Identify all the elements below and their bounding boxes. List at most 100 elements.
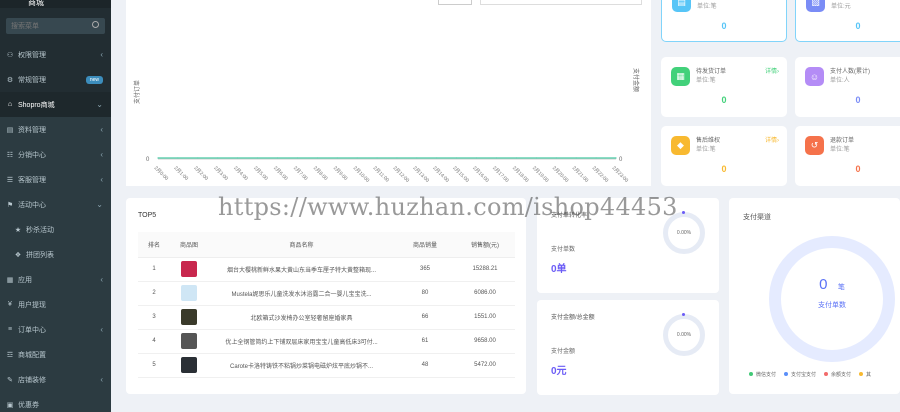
sidebar: 商城 ⚇权限管理‹⚙常规管理new⌂Shopro商城⌄▤资料管理‹☷分销中心‹☰… <box>0 0 111 412</box>
sales-amount-cell: 9658.00 <box>455 329 515 354</box>
x-tick-label: 2月6:00 <box>272 165 289 182</box>
shield-icon: ◆ <box>671 136 690 155</box>
sidebar-item-12[interactable]: ☲ 商城配置 <box>0 342 111 367</box>
y-axis-left-tick: 0 <box>146 157 150 163</box>
stat-detail-link[interactable]: 详情› <box>765 135 779 144</box>
table-row[interactable]: 2 Mustela妮思乐儿童洗发水沐浴露二合一婴儿宝宝洗... 80 6086.00 <box>138 281 515 306</box>
stat-title: 退款订单 <box>830 138 855 144</box>
menu-search-input[interactable] <box>6 18 105 34</box>
sidebar-item-0[interactable]: ⚇ 权限管理 ‹ <box>0 42 111 67</box>
legend-item[interactable]: 支付宝支付 <box>784 372 816 378</box>
sidebar-item-6[interactable]: ⚑ 活动中心 ⌄ <box>0 192 111 217</box>
x-tick-label: 2月19:00 <box>531 165 550 184</box>
sales-amount-cell: 15288.21 <box>455 257 515 282</box>
conversion-ring: 0.00% <box>663 314 705 356</box>
series-point <box>515 157 518 159</box>
sidebar-item-5[interactable]: ☰ 客服管理 ‹ <box>0 167 111 192</box>
search-icon[interactable] <box>92 21 99 28</box>
list-icon: ≡ <box>7 326 13 333</box>
product-thumbnail <box>181 309 197 325</box>
x-tick-label: 2月3:00 <box>212 165 229 182</box>
x-tick-label: 2月16:00 <box>471 165 490 184</box>
series-point <box>336 157 338 159</box>
flag-icon: ⚑ <box>6 201 14 209</box>
stat-unit: 单位:人 <box>830 78 850 84</box>
conversion-value: 0元 <box>551 366 567 377</box>
sidebar-item-7[interactable]: ★ 秒杀活动 <box>0 217 111 242</box>
series-point <box>376 157 378 159</box>
stat-card-5[interactable]: ↺ 退款订单 单位:笔 0 <box>795 126 900 186</box>
sidebar-item-13[interactable]: ✎ 店铺装修 ‹ <box>0 367 111 392</box>
stat-title: 待发货订单 <box>696 69 727 75</box>
sidebar-item-14[interactable]: ▣ 优惠券 <box>0 392 111 412</box>
stat-detail-link[interactable]: 详情› <box>765 66 779 75</box>
sidebar-item-11[interactable]: ≡ 订单中心 ‹ <box>0 317 111 342</box>
x-tick-label: 2月17:00 <box>491 165 510 184</box>
stat-card-4[interactable]: ◆ 售后维权 单位:笔 详情› 0 <box>661 126 787 186</box>
legend-item[interactable]: 微信支付 <box>749 372 776 378</box>
sliders-icon: ☲ <box>6 351 14 359</box>
series-point <box>296 157 298 159</box>
x-tick-label: 2月1:00 <box>172 165 189 182</box>
stat-card-1[interactable]: ▧支付金额单位:元0 <box>795 0 900 42</box>
sales-count-cell: 80 <box>395 281 455 306</box>
column-header: 销售额(元) <box>455 232 515 258</box>
stat-card-2[interactable]: ▦ 待发货订单 单位:笔 详情› 0 <box>661 57 787 117</box>
series-point <box>575 157 577 159</box>
product-image-cell <box>170 257 208 282</box>
sidebar-item-1[interactable]: ⚙ 常规管理 new <box>0 67 111 92</box>
table-row[interactable]: 1 烟台大樱桃新鲜水果大黄山东当季车厘子特大黄整箱现... 365 15288.21 <box>138 257 515 282</box>
sidebar-item-10[interactable]: ¥ 用户提现 <box>0 292 111 317</box>
x-tick-label: 2月7:00 <box>292 165 309 182</box>
legend-item[interactable]: 余额支付 <box>824 372 851 378</box>
product-thumbnail <box>181 261 197 277</box>
series-point <box>436 157 438 159</box>
sidebar-item-label: 应用 <box>18 276 32 284</box>
sales-count-cell: 365 <box>395 257 455 282</box>
sidebar-item-4[interactable]: ☷ 分销中心 ‹ <box>0 142 111 167</box>
chevron-left-icon: ‹ <box>100 125 103 134</box>
sidebar-item-3[interactable]: ▤ 资料管理 ‹ <box>0 117 111 142</box>
series-point <box>256 157 259 159</box>
legend-item[interactable]: 其 <box>859 372 871 378</box>
series-point <box>276 157 279 159</box>
series-point <box>396 157 398 159</box>
sidebar-item-label: 资料管理 <box>18 126 46 134</box>
conversion-label: 支付金额 <box>551 349 576 355</box>
product-image-cell <box>170 281 208 306</box>
star-icon: ★ <box>14 226 22 234</box>
sidebar-item-label: 拼团列表 <box>26 251 54 259</box>
x-tick-label: 2月5:00 <box>252 165 269 182</box>
x-tick-label: 2月14:00 <box>431 165 450 184</box>
x-tick-label: 2月13:00 <box>411 165 430 184</box>
sidebar-item-2[interactable]: ⌂ Shopro商城 ⌄ <box>0 92 111 117</box>
brush-icon: ✎ <box>7 376 13 384</box>
stat-value: 0 <box>721 95 727 105</box>
table-row[interactable]: 5 Carote卡洛特铸铁不粘锅炒菜锅电磁炉炫平底炒锅不... 48 5472.00 <box>138 353 515 378</box>
stat-detail-link[interactable]: 详情› <box>764 0 778 1</box>
sales-amount-cell: 1551.00 <box>455 305 515 330</box>
product-name-cell: 烟台大樱桃新鲜水果大黄山东当季车厘子特大黄整箱现... <box>208 257 395 282</box>
sidebar-item-9[interactable]: ▦ 应用 ‹ <box>0 267 111 292</box>
sidebar-item-label: 店铺装修 <box>18 376 46 384</box>
search-box[interactable] <box>6 18 105 34</box>
file-icon: ▤ <box>672 0 691 12</box>
x-tick-label: 2月12:00 <box>392 165 411 184</box>
sidebar-menu: ⚇ 权限管理 ‹ ⚙ 常规管理 new ⌂ Shopro商城 ⌄ ▤ 资料管理 ‹ ☷ 分销中心 ‹ ☰ 客服管… <box>0 42 111 412</box>
stat-unit: 单位:笔 <box>696 78 716 84</box>
table-row[interactable]: 3 北欧箱式沙发椅办公室轻奢留座婚家具 66 1551.00 <box>138 305 515 330</box>
sales-chart-panel: 支付订单 支付金额 0 0 2月0:00 2月1:00 2月2:00 2月3:00 2月… <box>126 0 651 186</box>
sidebar-item-label: 秒杀活动 <box>26 226 54 234</box>
table-row[interactable]: 4 优上全钢管简约上下铺双层床家用宝宝儿童高低床3可付... 61 9658.00 <box>138 329 515 354</box>
series-point <box>197 157 199 159</box>
stat-card-3[interactable]: ☺ 支付人数(累计) 单位:人 0 <box>795 57 900 117</box>
stat-card-0[interactable]: ▤支付订单单位:笔详情›0 <box>661 0 787 42</box>
conversion-title: 支付金额/总金额 <box>551 315 595 321</box>
legend-label: 支付宝支付 <box>791 372 817 378</box>
sidebar-item-label: Shopro商城 <box>18 101 55 109</box>
chevron-left-icon: ‹ <box>100 150 103 159</box>
product-name-cell: 优上全钢管简约上下铺双层床家用宝宝儿童高低床3可付... <box>208 329 395 354</box>
pay-channel-unit: 笔 <box>837 284 845 291</box>
sidebar-item-8[interactable]: ❖ 拼团列表 <box>0 242 111 267</box>
x-tick-label: 2月15:00 <box>451 165 470 184</box>
